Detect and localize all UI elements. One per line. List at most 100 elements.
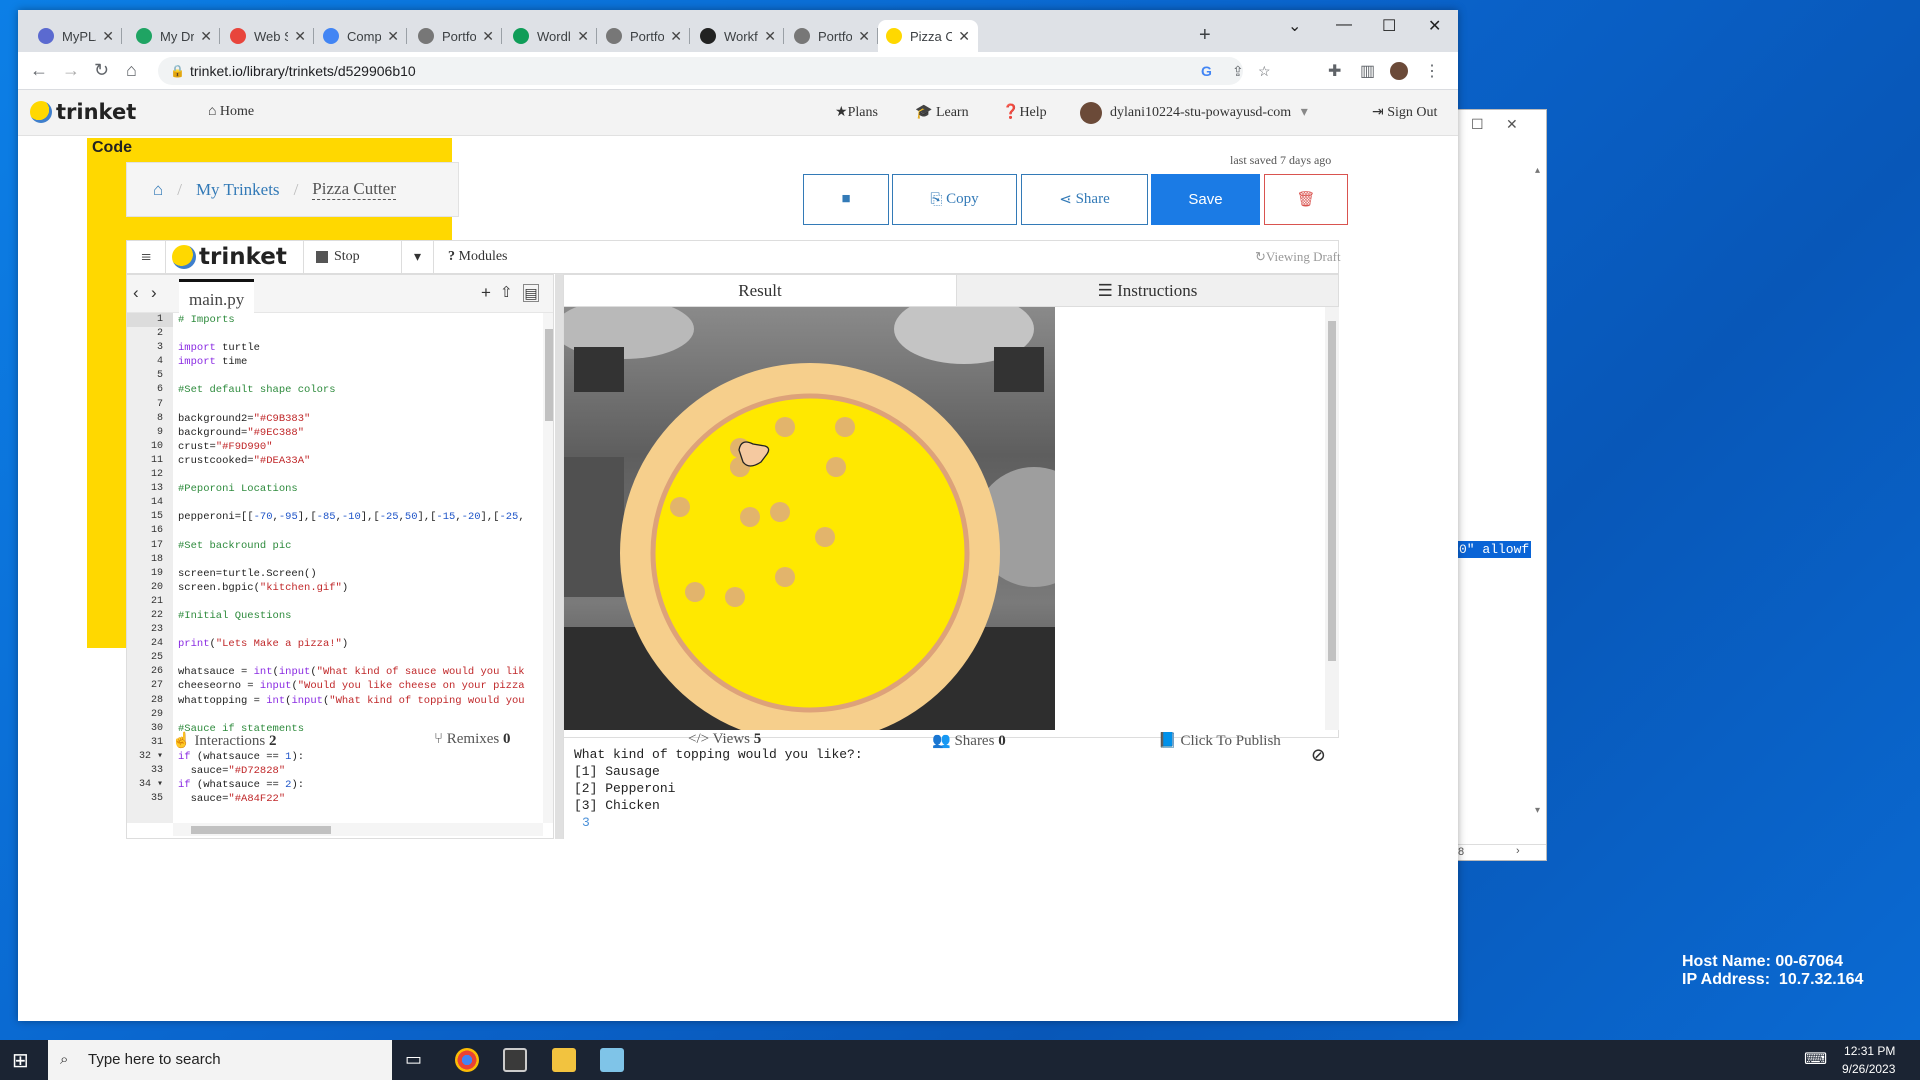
nav-learn[interactable]: 🎓 Learn (915, 104, 969, 121)
code-line[interactable] (178, 708, 543, 722)
taskbar-search[interactable]: ⌕ Type here to search (48, 1040, 392, 1080)
file-explorer-icon[interactable] (552, 1048, 576, 1072)
code-line[interactable]: if (whatsauce == 1): (178, 750, 543, 764)
browser-tab[interactable]: Wordle - ✕ (505, 20, 597, 52)
publish-link[interactable]: 📘 Click To Publish (1158, 731, 1281, 750)
side-panel-icon[interactable]: ▥ (1360, 61, 1375, 81)
code-line[interactable] (178, 623, 543, 637)
user-avatar[interactable] (1080, 102, 1102, 124)
stat-interactions[interactable]: ☝ Interactions 2 (172, 731, 277, 750)
app-icon[interactable] (600, 1048, 624, 1072)
close-icon[interactable]: ✕ (1428, 16, 1441, 36)
code-editor[interactable]: ‹ › main.py + ⇧ ▤ 1 2 3 4 5 6 7 8 9 10 11 12 13 14 15 1… (126, 274, 554, 839)
keyboard-icon[interactable]: ⌨ (1804, 1049, 1827, 1069)
browser-tab[interactable]: Workflow ✕ (692, 20, 784, 52)
code-line[interactable]: #Peporoni Locations (178, 482, 543, 496)
code-line[interactable]: cheeseorno = input("Would you like chees… (178, 679, 543, 693)
browser-tab[interactable]: Compute ✕ (315, 20, 407, 52)
chrome-icon[interactable] (455, 1048, 479, 1072)
code-line[interactable]: # Imports (178, 313, 543, 327)
close-tab-icon[interactable]: ✕ (294, 28, 306, 45)
browser-tab[interactable]: MyPLAN ✕ (30, 20, 122, 52)
menu-icon[interactable]: ≡ (141, 241, 159, 273)
close-tab-icon[interactable]: ✕ (200, 28, 212, 45)
app-icon[interactable] (503, 1048, 527, 1072)
code-line[interactable]: sauce="#A84F22" (178, 792, 543, 806)
code-line[interactable] (178, 553, 543, 567)
code-line[interactable] (178, 496, 543, 510)
file-tab-main[interactable]: main.py (179, 279, 255, 313)
trinket-name[interactable]: Pizza Cutter (312, 179, 396, 200)
code-line[interactable]: whatsauce = int(input("What kind of sauc… (178, 665, 543, 679)
menu-dots-icon[interactable]: ⋮ (1424, 61, 1440, 81)
nav-home[interactable]: ⌂ Home (208, 104, 254, 120)
delete-button[interactable]: 🗑 (1264, 174, 1348, 225)
chevron-right-icon[interactable]: › (1516, 845, 1520, 857)
minimize-icon[interactable]: — (1336, 16, 1352, 34)
code-line[interactable]: #Set default shape colors (178, 383, 543, 397)
image-library-icon[interactable]: ▤ (523, 284, 539, 302)
console-output[interactable]: What kind of topping would you like?: [1]… (564, 737, 1339, 839)
upload-icon[interactable]: ⇧ (500, 283, 513, 301)
extensions-icon[interactable]: ✚ (1328, 61, 1341, 81)
clear-console-icon[interactable]: ⊘ (1312, 746, 1325, 768)
close-tab-icon[interactable]: ✕ (482, 28, 494, 45)
maximize-icon[interactable]: ☐ (1471, 116, 1484, 133)
save-button[interactable]: Save (1151, 174, 1260, 225)
task-view-icon[interactable]: ▭ (405, 1049, 422, 1070)
sign-out-link[interactable]: ⇥ Sign Out (1372, 104, 1437, 121)
stat-views[interactable]: </> Views 5 (688, 731, 761, 748)
viewing-draft[interactable]: ↻ Viewing Draft (1255, 241, 1341, 273)
background-window[interactable]: ☐ ✕ 0" allowf ▴ ▾ 8 › (1455, 109, 1547, 861)
google-icon[interactable]: G (1201, 57, 1212, 85)
copy-button[interactable]: ⎘ Copy (892, 174, 1017, 225)
taskbar-clock[interactable]: 12:31 PM 9/26/2023 (1842, 1042, 1895, 1078)
code-line[interactable] (178, 524, 543, 538)
close-tab-icon[interactable]: ✕ (577, 28, 589, 45)
home-icon[interactable]: ⌂ (153, 180, 163, 200)
back-icon[interactable]: ← (30, 60, 48, 81)
home-icon[interactable]: ⌂ (126, 60, 137, 81)
browser-tab[interactable]: Web Site ✕ (222, 20, 314, 52)
modules-button[interactable]: ? Modules (433, 241, 508, 273)
code-line[interactable]: crustcooked="#DEA33A" (178, 454, 543, 468)
chevron-left-icon[interactable]: ‹ (133, 283, 139, 303)
code-line[interactable]: crust="#F9D990" (178, 440, 543, 454)
code-line[interactable] (178, 651, 543, 665)
editor-horizontal-scrollbar[interactable] (173, 823, 543, 836)
folder-button[interactable]: ■ (803, 174, 889, 225)
browser-tab[interactable]: Portfolio ✕ (598, 20, 690, 52)
breadcrumb-my-trinkets[interactable]: My Trinkets (196, 180, 280, 200)
code-line[interactable] (178, 369, 543, 383)
bookmark-star-icon[interactable]: ☆ (1258, 57, 1271, 85)
code-line[interactable]: if (whatsauce == 2): (178, 778, 543, 792)
windows-start-icon[interactable]: ⊞ (12, 1048, 29, 1073)
chevron-right-icon[interactable]: › (151, 283, 157, 303)
user-menu[interactable]: dylani10224-stu-powayusd-com ▾ (1110, 104, 1308, 121)
trinket-logo[interactable]: trinket Code (30, 100, 452, 648)
profile-avatar[interactable] (1390, 62, 1408, 80)
close-icon[interactable]: ✕ (1506, 116, 1518, 133)
code-line[interactable]: import time (178, 355, 543, 369)
turtle-canvas[interactable] (564, 307, 1055, 730)
code-line[interactable]: screen.bgpic("kitchen.gif") (178, 581, 543, 595)
close-tab-icon[interactable]: ✕ (764, 28, 776, 45)
editor-vertical-scrollbar[interactable] (543, 313, 553, 823)
reload-icon[interactable]: ↻ (94, 60, 109, 81)
close-tab-icon[interactable]: ✕ (670, 28, 682, 45)
forward-icon[interactable]: → (62, 60, 80, 81)
browser-tab[interactable]: Portfolio ✕ (786, 20, 878, 52)
result-scrollbar[interactable] (1325, 307, 1339, 730)
close-tab-icon[interactable]: ✕ (958, 28, 970, 45)
code-line[interactable] (178, 327, 543, 341)
code-line[interactable]: #Initial Questions (178, 609, 543, 623)
scrollbar[interactable]: ▴ ▾ (1535, 165, 1543, 920)
new-tab-button[interactable]: + (1199, 24, 1211, 47)
tab-search-icon[interactable]: ⌄ (1288, 16, 1301, 36)
nav-plans[interactable]: ★Plans (835, 104, 878, 121)
code-line[interactable]: pepperoni=[[-70,-95],[-85,-10],[-25,50],… (178, 510, 543, 524)
stat-remixes[interactable]: ⑂ Remixes 0 (434, 731, 511, 748)
browser-tab[interactable]: Portfolio ✕ (410, 20, 502, 52)
maximize-icon[interactable]: ☐ (1382, 16, 1396, 36)
code-line[interactable]: background2="#C9B383" (178, 412, 543, 426)
